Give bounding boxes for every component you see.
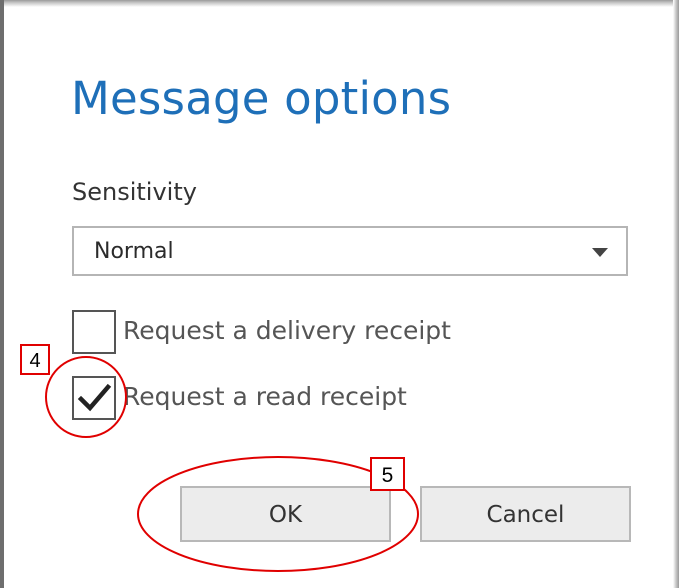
read-receipt-label: Request a read receipt	[123, 382, 407, 411]
dialog-frame-right	[673, 0, 679, 588]
chevron-down-icon	[592, 248, 608, 257]
annotation-badge-4	[20, 344, 50, 375]
dialog-title: Message options	[71, 72, 452, 125]
dialog-frame-left	[0, 0, 4, 588]
delivery-receipt-checkbox[interactable]	[72, 310, 116, 354]
annotation-number-5: 5	[382, 464, 394, 487]
sensitivity-label: Sensitivity	[72, 178, 197, 206]
sensitivity-selected-value: Normal	[94, 239, 174, 264]
sensitivity-dropdown[interactable]: Normal	[72, 226, 628, 276]
annotation-number-4: 4	[29, 350, 40, 372]
dialog-frame-top	[0, 0, 679, 7]
read-receipt-checkbox[interactable]	[72, 376, 116, 420]
checkmark-icon	[77, 383, 112, 412]
ok-button[interactable]: OK	[180, 486, 391, 542]
message-options-dialog: Message options Sensitivity Normal Reque…	[0, 0, 679, 588]
delivery-receipt-label: Request a delivery receipt	[123, 316, 451, 345]
cancel-button[interactable]: Cancel	[420, 486, 631, 542]
